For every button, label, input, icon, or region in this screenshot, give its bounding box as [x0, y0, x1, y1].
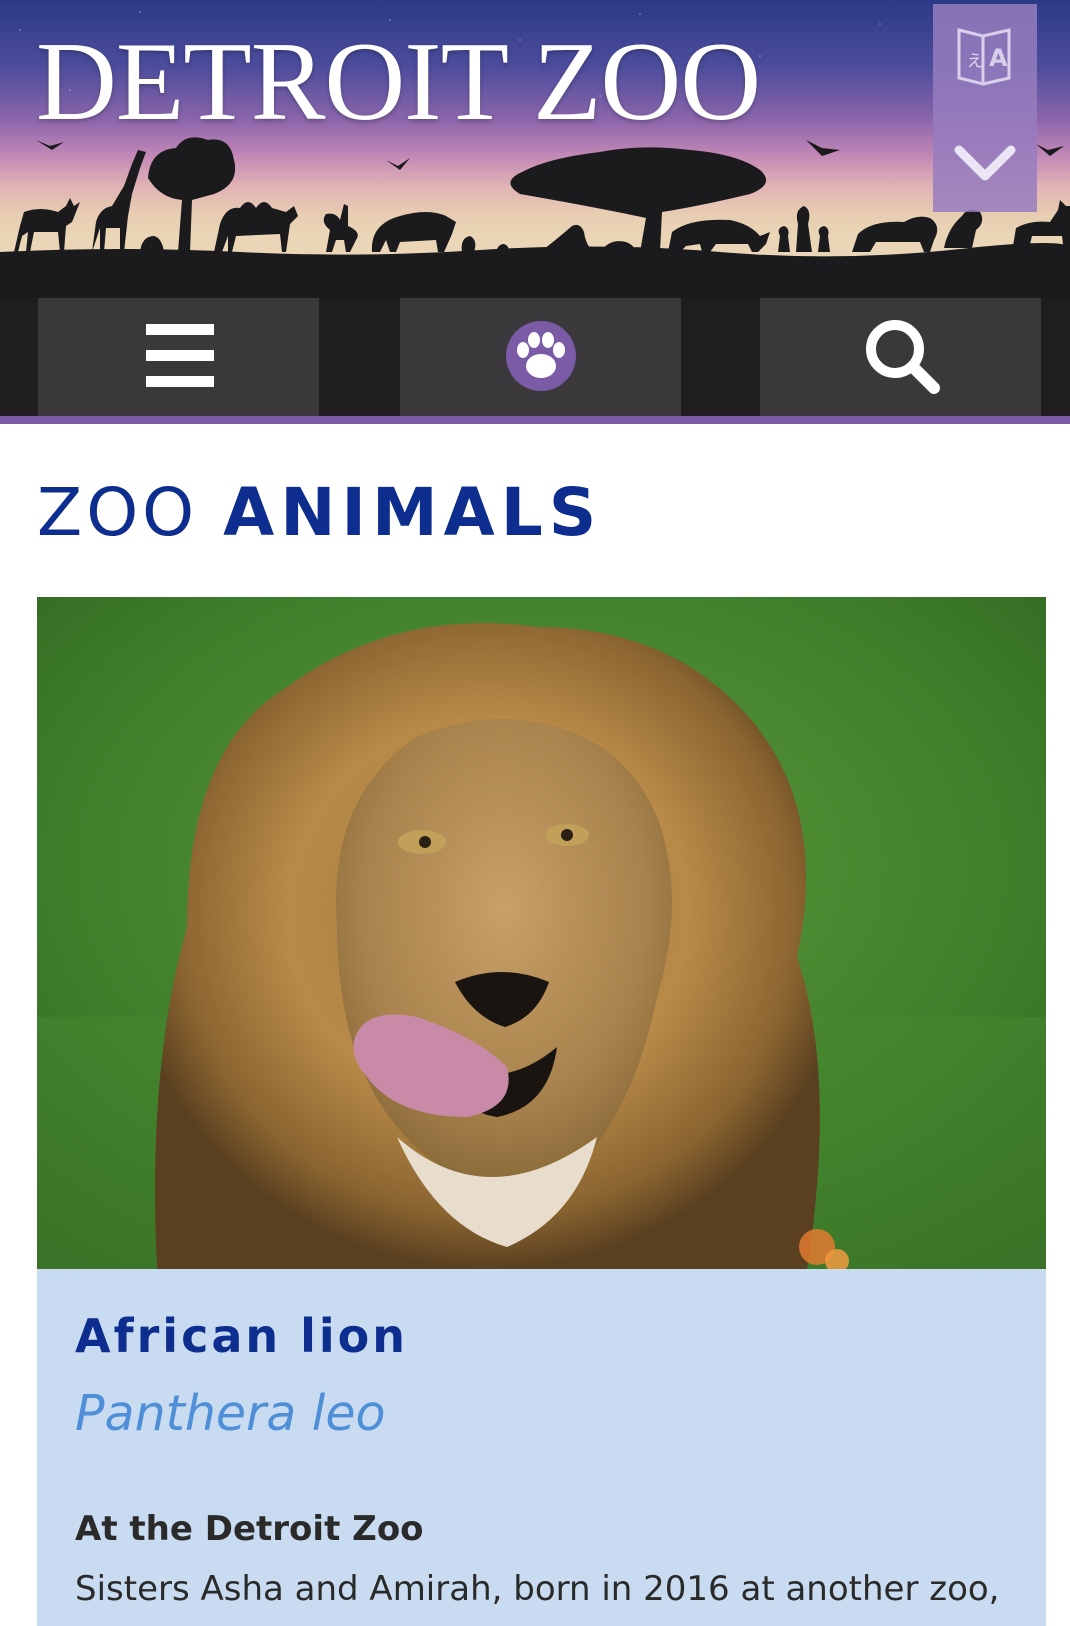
- translate-panel[interactable]: ぇ A: [933, 4, 1037, 212]
- chevron-down-icon[interactable]: [953, 142, 1017, 186]
- page-title: ZOO ANIMALS: [37, 480, 602, 546]
- nav-accent-rule: [0, 416, 1070, 424]
- site-header-banner: DETROIT ZOO ぇ A: [0, 0, 1070, 298]
- main-nav-bar: [0, 298, 1070, 416]
- search-icon: [866, 320, 940, 394]
- animal-common-name: African lion: [75, 1309, 409, 1363]
- animal-info-card: African lion Panthera leo At the Detroit…: [37, 1269, 1046, 1626]
- at-the-zoo-heading: At the Detroit Zoo: [75, 1509, 424, 1549]
- hamburger-menu-icon: [146, 324, 214, 387]
- translate-icon[interactable]: ぇ A: [953, 22, 1015, 92]
- lion-photo-illustration: [37, 597, 1046, 1269]
- animals-button[interactable]: [400, 298, 681, 416]
- animal-photo: [37, 597, 1046, 1269]
- svg-text:ぇ: ぇ: [965, 47, 985, 71]
- search-button[interactable]: [760, 298, 1041, 416]
- at-the-zoo-text: Sisters Asha and Amirah, born in 2016 at…: [75, 1569, 1000, 1609]
- detroit-zoo-logo[interactable]: DETROIT ZOO: [36, 26, 761, 138]
- svg-text:A: A: [989, 44, 1008, 72]
- page-title-light: ZOO: [37, 474, 199, 551]
- paw-icon: [506, 321, 576, 391]
- page-title-bold: ANIMALS: [223, 474, 603, 551]
- animal-scientific-name: Panthera leo: [75, 1385, 386, 1442]
- menu-button[interactable]: [38, 298, 319, 416]
